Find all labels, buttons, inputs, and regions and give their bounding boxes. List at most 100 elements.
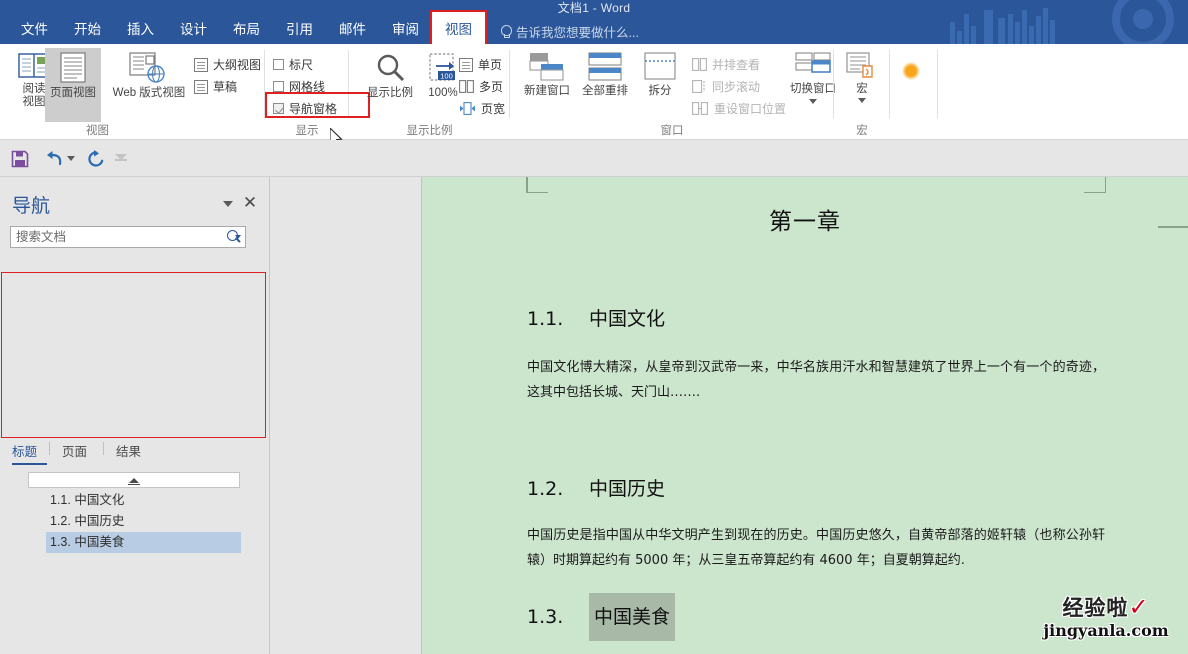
- magnifier-icon: [377, 54, 405, 82]
- watermark-brand: 经验啦: [1062, 596, 1129, 620]
- print-layout-label: 页面视图: [50, 87, 96, 99]
- tab-mailings[interactable]: 邮件: [326, 12, 379, 44]
- tab-references[interactable]: 引用: [273, 12, 326, 44]
- search-input[interactable]: [11, 227, 223, 247]
- nav-tab-results[interactable]: 结果: [116, 441, 155, 465]
- undo-dropdown-icon[interactable]: [67, 156, 75, 161]
- macros-label: 宏: [856, 83, 868, 95]
- zoom-button[interactable]: 显示比例: [359, 48, 421, 122]
- nav-tab-label: 页面: [62, 445, 88, 459]
- tab-label: 布局: [233, 22, 260, 37]
- undo-icon[interactable]: [44, 149, 66, 169]
- arrange-all-button[interactable]: 全部重排: [574, 48, 636, 122]
- gridlines-checkbox[interactable]: 网格线: [273, 77, 325, 96]
- nav-tab-headings[interactable]: 标题: [12, 441, 48, 465]
- macros-group-label: 宏: [856, 125, 868, 137]
- nav-heading-item-selected[interactable]: 1.3. 中国美食: [46, 532, 241, 553]
- macros-icon: [846, 52, 873, 78]
- gridlines-label: 网格线: [289, 80, 326, 94]
- tab-insert[interactable]: 插入: [114, 12, 167, 44]
- outline-view-icon: [194, 57, 208, 72]
- watermark-line1: 经验啦✓: [1030, 594, 1182, 621]
- tab-review[interactable]: 审阅: [379, 12, 432, 44]
- redo-icon[interactable]: [86, 149, 106, 169]
- orange-dot-icon[interactable]: [902, 62, 920, 80]
- views-group-label: 视图: [86, 125, 109, 137]
- checkbox-icon: [273, 59, 284, 70]
- customize-qat-icon[interactable]: [115, 154, 127, 162]
- switch-windows-icon: [795, 52, 831, 73]
- navigation-pane-options-icon[interactable]: [223, 201, 233, 207]
- collapse-headings-button[interactable]: [28, 472, 240, 488]
- section-heading-text-selected[interactable]: 中国美食: [589, 593, 676, 641]
- section-heading-text: 中国文化: [589, 308, 666, 330]
- nav-heading-item[interactable]: 1.2. 中国历史: [46, 511, 241, 532]
- macros-button[interactable]: 宏: [834, 48, 890, 122]
- view-side-by-side-button[interactable]: 并排查看: [692, 55, 760, 74]
- document-area: 第一章 1.1. 中国文化 中国文化博大精深，从皇帝到汉武帝一来，中华名族用汗水和…: [271, 177, 1188, 654]
- navigation-pane-checkbox[interactable]: 导航窗格: [273, 99, 337, 118]
- switch-windows-label: 切换窗口: [790, 83, 836, 95]
- page-width-icon: [460, 102, 475, 115]
- print-layout-button[interactable]: 页面视图: [45, 48, 101, 122]
- tell-me-label: 告诉我您想要做什么...: [516, 26, 639, 40]
- draft-view-icon: [194, 79, 208, 94]
- tab-design[interactable]: 设计: [167, 12, 220, 44]
- search-icon[interactable]: [223, 227, 245, 247]
- multiple-pages-button[interactable]: 多页: [459, 77, 503, 96]
- draft-view-button[interactable]: 草稿: [194, 77, 237, 96]
- tab-layout[interactable]: 布局: [220, 12, 273, 44]
- section-heading-1-2: 1.2. 中国历史: [527, 474, 665, 501]
- close-icon[interactable]: ✕: [241, 194, 259, 212]
- split-button[interactable]: 拆分: [634, 48, 686, 122]
- search-box[interactable]: [10, 226, 246, 248]
- synchronous-scrolling-label: 同步滚动: [712, 80, 761, 94]
- one-page-button[interactable]: 单页: [459, 55, 502, 74]
- tab-file[interactable]: 文件: [8, 12, 61, 44]
- navigation-pane-title: 导航: [12, 196, 51, 217]
- tab-view[interactable]: 视图: [430, 10, 487, 44]
- margin-marker-top-left: [526, 177, 548, 193]
- ribbon-group-macros: 宏 宏: [834, 44, 890, 140]
- tab-label: 视图: [445, 22, 472, 37]
- group-separator: [937, 50, 938, 118]
- new-window-icon: [529, 53, 564, 81]
- section-number: 1.3.: [527, 606, 564, 628]
- synchronous-scrolling-button[interactable]: 同步滚动: [692, 77, 760, 96]
- navigation-pane: 导航 ✕ 标题 页面 结果 1.1. 中国文化 1.2. 中国历史 1.3. 中…: [0, 177, 270, 654]
- arrange-all-icon: [588, 52, 622, 81]
- tab-label: 审阅: [392, 22, 419, 37]
- draft-view-label: 草稿: [213, 80, 238, 94]
- checkbox-icon: [273, 81, 284, 92]
- ribbon: 阅读 视图 页面视图 Web 版式视图 大纲视图 草稿 视图 标尺 网格线 导航…: [0, 44, 1188, 148]
- nav-heading-item[interactable]: 1.1. 中国文化: [46, 490, 241, 511]
- tab-divider: [103, 442, 105, 455]
- outline-view-button[interactable]: 大纲视图: [194, 55, 261, 74]
- web-layout-button[interactable]: Web 版式视图: [103, 48, 195, 122]
- tab-divider: [49, 442, 51, 455]
- save-icon[interactable]: [10, 149, 30, 169]
- view-side-by-side-icon: [692, 58, 707, 71]
- nav-tab-pages[interactable]: 页面: [62, 441, 101, 465]
- tell-me-box[interactable]: 告诉我您想要做什么...: [500, 22, 639, 41]
- zoom-group-label: 显示比例: [406, 125, 453, 137]
- ruler-checkbox[interactable]: 标尺: [273, 55, 313, 74]
- read-mode-label: 阅读 视图: [22, 83, 46, 108]
- page-width-label: 页宽: [481, 102, 506, 116]
- web-layout-label: Web 版式视图: [112, 87, 186, 99]
- tab-label: 设计: [180, 22, 207, 37]
- lightbulb-icon: [500, 24, 512, 39]
- new-window-button[interactable]: 新建窗口: [516, 48, 578, 122]
- document-title: 第一章: [769, 209, 841, 235]
- ribbon-group-zoom: 显示比例 100 100% 单页 多页 页宽 显示比例: [349, 44, 510, 140]
- search-dropdown-icon[interactable]: [235, 235, 241, 239]
- section-number: 1.1.: [527, 308, 564, 330]
- one-page-label: 单页: [478, 58, 503, 72]
- document-page[interactable]: 第一章 1.1. 中国文化 中国文化博大精深，从皇帝到汉武帝一来，中华名族用汗水和…: [422, 177, 1188, 654]
- checkbox-checked-icon: [273, 103, 284, 114]
- tab-home[interactable]: 开始: [61, 12, 114, 44]
- page-width-button[interactable]: 页宽: [459, 99, 505, 118]
- section-heading-text: 中国历史: [589, 478, 666, 500]
- reset-window-position-button[interactable]: 重设窗口位置: [692, 99, 786, 118]
- print-layout-icon: [60, 52, 86, 83]
